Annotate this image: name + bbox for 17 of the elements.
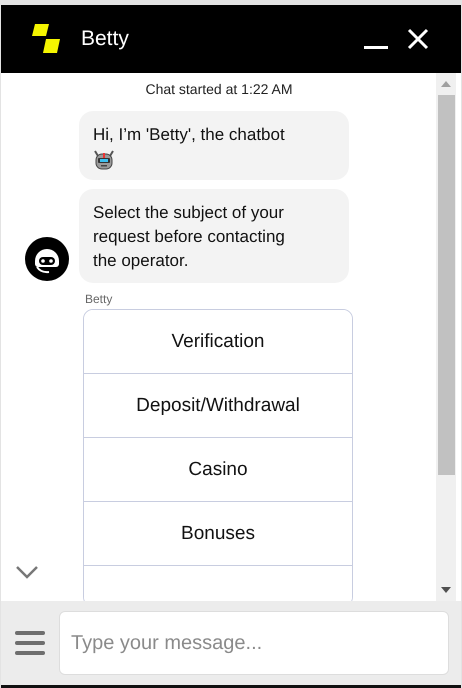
- sender-name: Betty: [85, 292, 114, 306]
- chevron-down-icon[interactable]: [15, 565, 39, 579]
- message-text: Select the subject of your request before contacting the operator.: [93, 203, 285, 270]
- scrollbar-thumb[interactable]: [438, 95, 454, 475]
- option-button[interactable]: Verification: [84, 310, 352, 374]
- robot-icon: [93, 148, 115, 170]
- menu-icon[interactable]: [15, 631, 45, 655]
- bot-avatar: [25, 237, 69, 281]
- logo-icon: [29, 24, 63, 54]
- message-text: Hi, I’m 'Betty', the chatbot: [93, 125, 285, 144]
- scroll-down-icon[interactable]: [441, 587, 451, 593]
- chat-start-time: Chat started at 1:22 AM: [144, 81, 294, 97]
- scrollbar[interactable]: [436, 73, 456, 601]
- close-icon[interactable]: [407, 28, 429, 50]
- window-title: Betty: [81, 27, 129, 51]
- message-input[interactable]: Type your message...: [59, 611, 449, 675]
- scroll-up-icon[interactable]: [441, 81, 451, 87]
